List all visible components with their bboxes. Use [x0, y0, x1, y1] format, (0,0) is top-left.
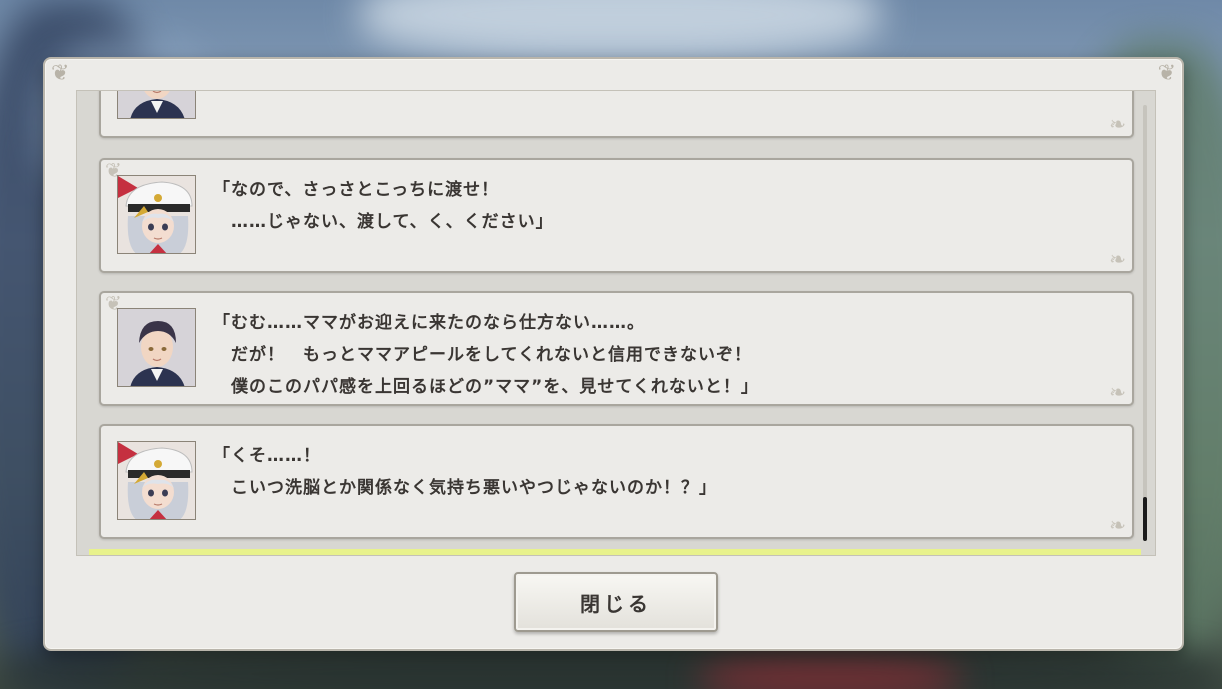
father-portrait-icon	[117, 308, 196, 387]
dialogue-line: 「むむ……ママがお迎えに来たのなら仕方ない……。	[213, 313, 645, 333]
dialogue-line: こいつ洗脳とか関係なく気持ち悪いやつじゃないのか！？」	[213, 478, 717, 498]
corner-ornament-icon: ❦	[51, 61, 70, 86]
dialogue-line: ……じゃない、渡して、く、ください」	[213, 212, 554, 232]
dialogue-line: 僕のこのパパ感を上回るほどの”ママ”を、見せてくれないと！」	[213, 377, 759, 397]
father-portrait-icon	[117, 91, 196, 119]
close-button-label: 閉じる	[580, 591, 652, 616]
backlog-dialog: ❦ ❦ ❧ ❦ ❧ 「なので、さっさとこっちに渡せ！ ……じゃない、渡して、く、…	[43, 57, 1184, 651]
backlog-entry: ❧	[99, 91, 1134, 138]
scrollbar-thumb[interactable]	[1143, 497, 1147, 541]
backlog-entry: ❦ ❧ 「むむ……ママがお迎えに来たのなら仕方ない……。 だが！ もっとママアピ…	[99, 291, 1134, 406]
backlog-list[interactable]: ❧ ❦ ❧ 「なので、さっさとこっちに渡せ！ ……じゃない、渡して、く、ください…	[76, 90, 1156, 556]
backlog-entry: ❦ ❧ 「なので、さっさとこっちに渡せ！ ……じゃない、渡して、く、ください」	[99, 158, 1134, 273]
scrollbar[interactable]	[1143, 105, 1147, 541]
close-button[interactable]: 閉じる	[514, 572, 718, 632]
dialogue-text: 「くそ……！ こいつ洗脳とか関係なく気持ち悪いやつじゃないのか！？」	[213, 440, 1113, 504]
dialogue-text: 「なので、さっさとこっちに渡せ！ ……じゃない、渡して、く、ください」	[213, 174, 1113, 238]
dialogue-line: 「なので、さっさとこっちに渡せ！	[213, 180, 500, 200]
latest-line-highlight	[89, 549, 1141, 555]
dialogue-line: だが！ もっとママアピールをしてくれないと信用できないぞ！	[213, 345, 752, 365]
girl-officer-portrait-icon	[117, 441, 196, 520]
backlog-entry: ❧ 「くそ……！ こいつ洗脳とか関係なく気持ち悪いやつじゃないのか！？」	[99, 424, 1134, 539]
flourish-icon: ❧	[1109, 247, 1126, 271]
flourish-icon: ❧	[1109, 112, 1126, 136]
girl-officer-portrait-icon	[117, 175, 196, 254]
corner-ornament-icon: ❦	[1157, 61, 1176, 86]
dialogue-text: 「むむ……ママがお迎えに来たのなら仕方ない……。 だが！ もっとママアピールをし…	[213, 307, 1113, 403]
dialogue-line: 「くそ……！	[213, 446, 321, 466]
flourish-icon: ❧	[1109, 513, 1126, 537]
